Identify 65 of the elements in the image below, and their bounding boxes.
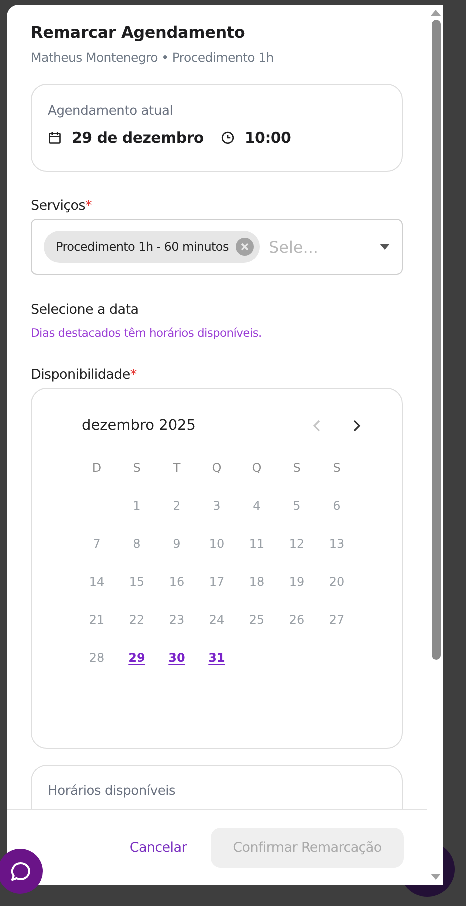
calendar-day: 20 [329, 575, 345, 589]
scroll-down-icon[interactable] [431, 874, 441, 880]
calendar-day[interactable]: 30 [168, 651, 186, 665]
required-mark: * [130, 367, 137, 383]
weekday-label: S [333, 461, 341, 475]
chat-bubble-icon [8, 860, 32, 884]
calendar-day: 1 [133, 499, 141, 513]
calendar-day: 6 [333, 499, 341, 513]
field-label: Serviços [31, 198, 86, 214]
calendar-day: 8 [133, 537, 141, 551]
calendar-day: 22 [129, 613, 145, 627]
weekday-label: T [173, 461, 181, 475]
calendar-day: 14 [89, 575, 105, 589]
calendar-day: 19 [289, 575, 305, 589]
calendar-day: 9 [173, 537, 181, 551]
clock-icon [220, 131, 235, 145]
calendar-day: 2 [173, 499, 181, 513]
weekday-label: D [92, 461, 102, 475]
calendar-day: 25 [249, 613, 265, 627]
appointment-date: 29 de dezembro [72, 129, 204, 147]
card-label: Agendamento atual [48, 104, 174, 119]
select-input[interactable]: Sele... [266, 236, 376, 258]
calendar-day: 23 [169, 613, 185, 627]
calendar-day: 27 [329, 613, 345, 627]
appointment-time: 10:00 [244, 129, 292, 147]
remove-icon[interactable] [236, 238, 254, 256]
calendar-day: 15 [129, 575, 145, 589]
calendar-day: 7 [93, 537, 101, 551]
calendar-day: 10 [209, 537, 225, 551]
scroll-up-icon[interactable] [431, 10, 441, 16]
card-title: Horários disponíveis [48, 784, 177, 799]
cancel-button[interactable]: Cancelar [130, 832, 187, 864]
calendar-day: 17 [209, 575, 225, 589]
calendar-day: 16 [169, 575, 185, 589]
chat-button[interactable] [0, 849, 43, 894]
calendar-day: 3 [213, 499, 221, 513]
weekday-label: S [133, 461, 141, 475]
calendar-day: 5 [293, 499, 301, 513]
calendar-day: 13 [329, 537, 345, 551]
service-chip: Procedimento 1h - 60 minutos [44, 231, 260, 263]
chevron-right-icon [353, 420, 361, 432]
dialog-subtitle: Matheus Montenegro • Procedimento 1h [31, 50, 275, 65]
calendar-day: 24 [209, 613, 225, 627]
services-select[interactable]: Procedimento 1h - 60 minutos Sele... [31, 219, 403, 275]
section-title: Selecione a data [31, 302, 140, 318]
calendar-day: 12 [289, 537, 305, 551]
calendar-day: 21 [89, 613, 105, 627]
chevron-left-icon [313, 420, 321, 432]
calendar-day: 4 [253, 499, 261, 513]
calendar-day[interactable]: 31 [208, 651, 226, 665]
weekday-label: Q [212, 461, 222, 475]
required-mark: * [85, 198, 92, 214]
weekday-label: Q [252, 461, 262, 475]
calendar-day[interactable]: 29 [128, 651, 146, 665]
weekday-label: S [293, 461, 301, 475]
caret-icon[interactable] [380, 244, 390, 250]
calendar-day: 11 [249, 537, 265, 551]
hint-text: Dias destacados têm horários disponíveis. [31, 326, 263, 340]
calendar-day: 26 [289, 613, 305, 627]
field-label: Disponibilidade [31, 367, 130, 383]
calendar-day: 28 [89, 651, 105, 665]
month-title: dezembro 2025 [82, 418, 196, 434]
calendar-day: 18 [249, 575, 265, 589]
calendar-icon [48, 131, 62, 145]
dialog-title: Remarcar Agendamento [31, 23, 246, 42]
